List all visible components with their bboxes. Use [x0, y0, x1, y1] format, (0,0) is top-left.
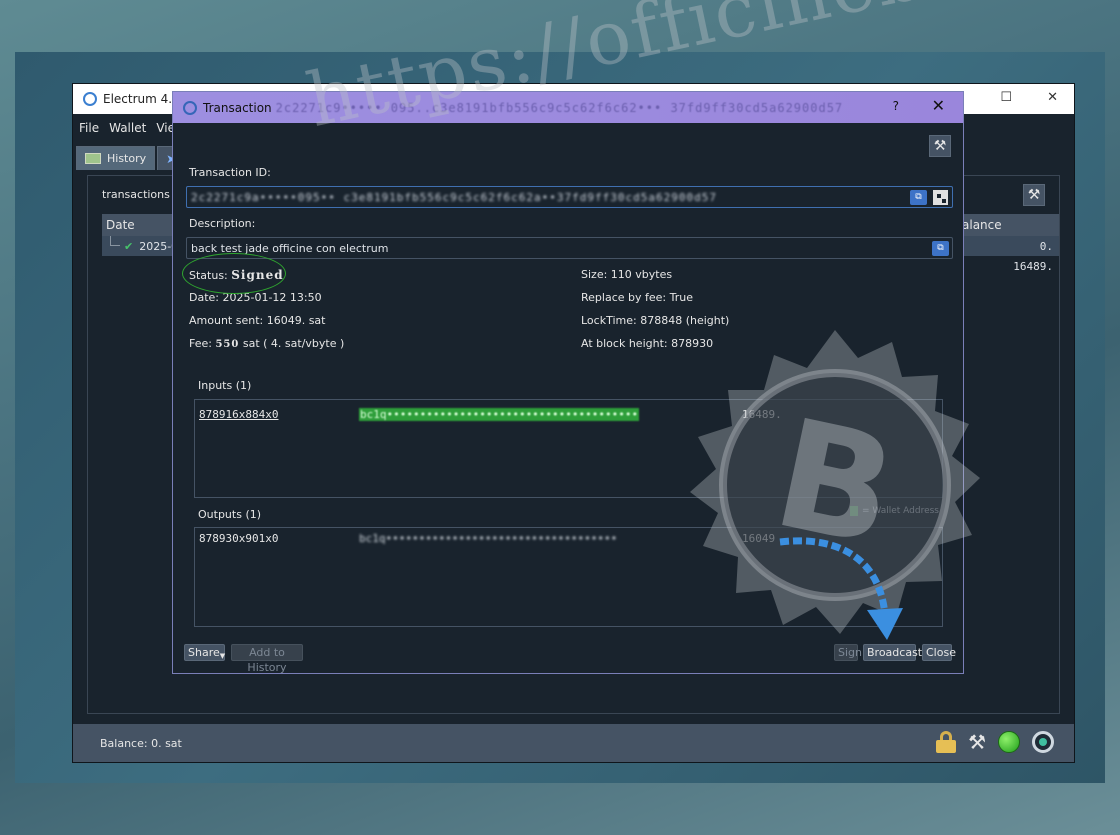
header-balance[interactable]: alance — [962, 218, 1002, 232]
history-balance: 16489. — [1013, 259, 1053, 273]
dialog-title-txid: 2c2271c9••••• 095..c3e8191bfb556c9c5c62f… — [275, 100, 844, 115]
output-address[interactable]: bc1q••••••••••••••••••••••••••••••••••• — [359, 532, 617, 545]
tools-icon: ⚒ — [933, 138, 947, 154]
share-label: Share — [188, 646, 220, 659]
signed-highlight-circle — [182, 253, 286, 294]
output-amount: 16049 — [742, 532, 776, 545]
input-address[interactable]: bc1q••••••••••••••••••••••••••••••••••••… — [359, 408, 640, 421]
tab-history[interactable]: History — [76, 146, 156, 170]
status-icons: ⚒ — [936, 730, 1054, 754]
tab-history-label: History — [107, 152, 147, 165]
wallet-address-legend: = Wallet Address — [849, 506, 939, 516]
sign-button[interactable]: Sign — [834, 644, 862, 661]
history-icon — [85, 153, 101, 164]
status-balance: Balance: 0. sat — [100, 736, 182, 750]
output-outpoint[interactable]: 878930x901x0 — [199, 532, 278, 545]
tree-branch — [110, 236, 120, 246]
rbf-line: Replace by fee: True — [581, 291, 693, 304]
wallet-legend-text: = Wallet Address — [861, 506, 939, 516]
seed-icon[interactable] — [1032, 731, 1054, 753]
history-balance: 0. — [1039, 239, 1053, 253]
txid-field[interactable]: 2c2271c9a•••••095•• c3e8191bfb556c9c5c62… — [186, 186, 953, 208]
maximize-icon[interactable]: ☐ — [1000, 90, 1012, 105]
share-button[interactable]: Share▼ — [184, 644, 225, 661]
input-amount: 16489. — [742, 408, 782, 421]
lock-icon[interactable] — [936, 731, 957, 753]
outputs-list[interactable]: 878930x901x0 bc1q•••••••••••••••••••••••… — [194, 527, 943, 627]
status-bar: Balance: 0. sat ⚒ — [73, 724, 1074, 762]
dialog-titlebar: Transaction 2c2271c9••••• 095..c3e8191bf… — [173, 92, 963, 123]
close-window-icon[interactable]: ✕ — [1047, 90, 1058, 105]
amount-sent-line: Amount sent: 16049. sat — [189, 314, 326, 327]
close-button[interactable]: Close — [922, 644, 956, 661]
description-label: Description: — [189, 217, 256, 230]
date-line: Date: 2025-01-12 13:50 — [189, 291, 322, 304]
locktime-line: LockTime: 878848 (height) — [581, 314, 730, 327]
txid-label: Transaction ID: — [189, 166, 271, 179]
electrum-logo-icon — [183, 100, 197, 115]
fee-line: Fee: 550 sat ( 4. sat/vbyte ) — [189, 337, 344, 350]
copy-description-icon[interactable]: ⧉ — [932, 241, 949, 256]
menu-wallet[interactable]: Wallet — [109, 121, 146, 135]
broadcast-button[interactable]: Broadcast — [863, 644, 922, 661]
fee-value: 550 — [215, 339, 240, 350]
preferences-icon[interactable]: ⚒ — [968, 730, 986, 754]
description-value: back test jade officine con electrum — [191, 241, 389, 255]
menu-file[interactable]: File — [79, 121, 99, 135]
input-outpoint[interactable]: 878916x884x0 — [199, 408, 278, 421]
description-field[interactable]: back test jade officine con electrum ⧉ — [186, 237, 953, 259]
inputs-list[interactable]: 878916x884x0 bc1q•••••••••••••••••••••••… — [194, 399, 943, 498]
txid-value: 2c2271c9a•••••095•• c3e8191bfb556c9c5c62… — [191, 190, 717, 204]
qr-code-icon[interactable] — [933, 190, 948, 205]
transactions-label: transactions — [102, 188, 170, 201]
dialog-tools-button[interactable]: ⚒ — [929, 135, 951, 157]
add-to-history-button[interactable]: Add to History — [231, 644, 303, 674]
outputs-label: Outputs (1) — [198, 508, 262, 521]
size-line: Size: 110 vbytes — [581, 268, 673, 281]
fee-label: Fee: — [189, 337, 212, 350]
network-status-icon[interactable] — [998, 731, 1020, 753]
help-icon[interactable]: ? — [893, 99, 899, 113]
block-height-line: At block height: 878930 — [581, 337, 714, 350]
history-tools-button[interactable]: ⚒ — [1023, 184, 1045, 206]
tools-icon: ⚒ — [1027, 187, 1041, 203]
inputs-label: Inputs (1) — [198, 379, 252, 392]
confirmed-check-icon: ✔ — [124, 239, 134, 253]
close-dialog-icon[interactable]: ✕ — [932, 96, 945, 115]
wallet-address-swatch — [849, 506, 858, 516]
fee-suffix: sat ( 4. sat/vbyte ) — [242, 337, 345, 350]
transaction-dialog: Transaction 2c2271c9••••• 095..c3e8191bf… — [172, 91, 964, 674]
dropdown-arrow-icon: ▼ — [219, 652, 226, 660]
copy-txid-icon[interactable]: ⧉ — [910, 190, 927, 205]
electrum-logo-icon — [83, 92, 97, 106]
dialog-title: Transaction — [203, 100, 272, 115]
